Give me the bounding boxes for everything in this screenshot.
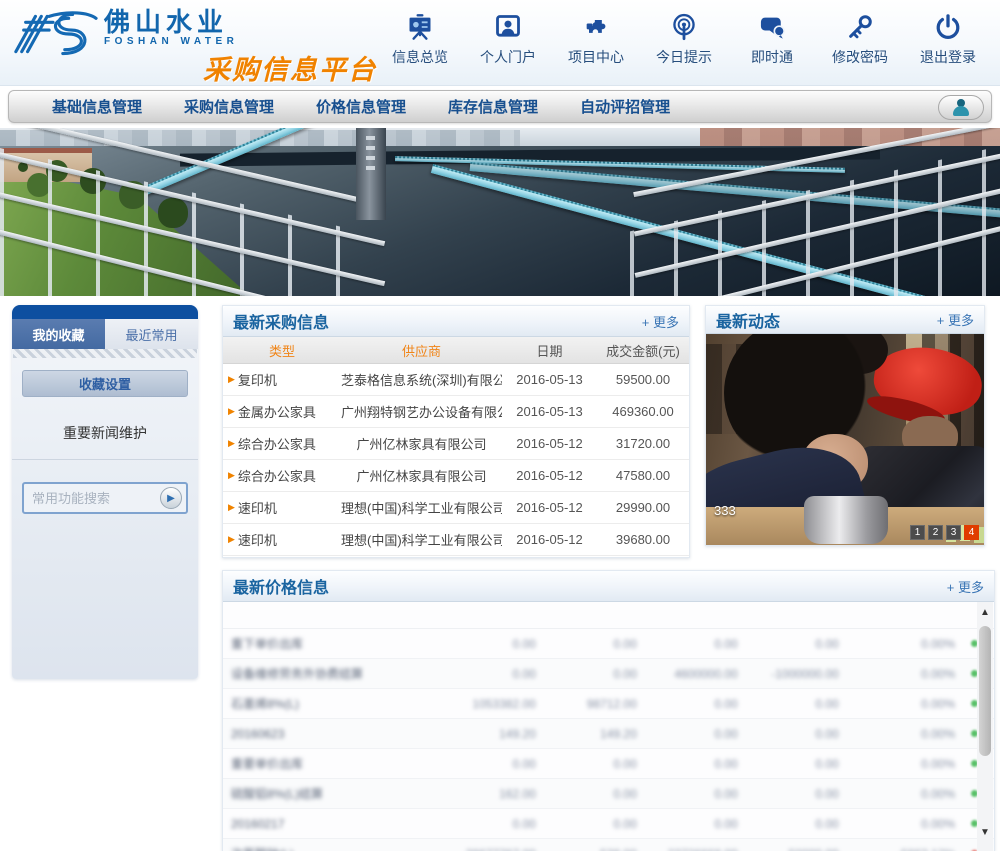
- page-1-button[interactable]: 1: [910, 525, 925, 540]
- triangle-bullet-icon: ▶: [228, 502, 235, 513]
- nav-item-stock-info[interactable]: 库存信息管理: [427, 96, 559, 117]
- company-name-en: FOSHAN WATER: [104, 36, 238, 47]
- quick-link-today-tips[interactable]: 今日提示: [640, 8, 728, 67]
- scroll-down-icon[interactable]: ▼: [977, 824, 993, 840]
- search-input[interactable]: [32, 491, 160, 506]
- tab-recently-used[interactable]: 最近常用: [105, 319, 198, 349]
- price-scrollbar[interactable]: ▲ ▼: [977, 602, 993, 851]
- price-row[interactable]: 硫酸铝8%(L)结算 162.00 0.00 0.00 0.00 0.00%: [223, 779, 994, 809]
- quick-links: 信息总览 个人门户 项目中心: [376, 8, 992, 67]
- photo-caption: 333: [714, 503, 736, 518]
- company-name-cn: 佛山水业: [104, 8, 238, 36]
- price-row[interactable]: 次氯酸钠(L) 38677767.00 538.00 23726668.00 5…: [223, 839, 994, 851]
- price-row[interactable]: 重下单价出库 0.00 0.00 0.00 0.00 0.00%: [223, 629, 994, 659]
- latest-news-panel: 最新动态 + 更多 333 1 2 3 4: [705, 305, 985, 546]
- page-2-button[interactable]: 2: [928, 525, 943, 540]
- triangle-bullet-icon: ▶: [228, 406, 235, 417]
- page-3-button[interactable]: 3: [946, 525, 961, 540]
- price-row[interactable]: 20160217 0.00 0.00 0.00 0.00 0.00%: [223, 809, 994, 839]
- puzzle-icon: [552, 10, 640, 44]
- quick-link-logout[interactable]: 退出登录: [904, 8, 992, 67]
- nav-item-price-info[interactable]: 价格信息管理: [295, 96, 427, 117]
- broadcast-icon: [640, 10, 728, 44]
- price-more-link[interactable]: + 更多: [947, 577, 984, 596]
- banner-photo: [0, 128, 1000, 296]
- purchase-row[interactable]: ▶综合办公家具 广州亿林家具有限公司 2016-05-12 47580.00: [223, 460, 689, 492]
- scroll-up-icon[interactable]: ▲: [977, 604, 993, 620]
- nav-item-basic-info[interactable]: 基础信息管理: [31, 96, 163, 117]
- power-icon: [904, 10, 992, 44]
- person-monitor-icon: [464, 10, 552, 44]
- price-row[interactable]: 重要单价出库 0.00 0.00 0.00 0.00 0.00%: [223, 749, 994, 779]
- foshan-water-logo-icon: [10, 8, 98, 60]
- quick-link-info-overview[interactable]: 信息总览: [376, 8, 464, 67]
- presentation-board-icon: [376, 10, 464, 44]
- sidebar-top-bar: [12, 305, 198, 319]
- quick-link-project-center[interactable]: 项目中心: [552, 8, 640, 67]
- quick-link-instant-message[interactable]: 即时通: [728, 8, 816, 67]
- price-panel-title: 最新价格信息: [233, 574, 329, 598]
- top-header: 佛山水业 FOSHAN WATER 采购信息平台 信息总览: [0, 0, 1000, 86]
- latest-purchase-panel: 最新采购信息 + 更多 类型 供应商 日期 成交金额(元) ▶复印机 芝泰格信息…: [222, 305, 690, 558]
- function-search-box: ▶: [22, 482, 188, 514]
- purchase-row[interactable]: ▶速印机 理想(中国)科学工业有限公司广州分公司 2016-05-12 2999…: [223, 492, 689, 524]
- quick-link-personal-portal[interactable]: 个人门户: [464, 8, 552, 67]
- page-4-button[interactable]: 4: [964, 525, 979, 540]
- tab-my-favorites[interactable]: 我的收藏: [12, 319, 105, 349]
- platform-title: 采购信息平台: [203, 48, 377, 87]
- purchase-row[interactable]: ▶复印机 芝泰格信息系统(深圳)有限公司广州分公司 2016-05-13 595…: [223, 364, 689, 396]
- key-icon: [816, 10, 904, 44]
- news-photo-slide[interactable]: 333 1 2 3 4: [706, 334, 984, 545]
- price-table: 重下单价出库 0.00 0.00 0.00 0.00 0.00% 设备维修劳务外…: [223, 602, 994, 851]
- price-row[interactable]: 20160623 149.20 149.20 0.00 0.00 0.00%: [223, 719, 994, 749]
- nav-item-auto-bid[interactable]: 自动评招管理: [559, 96, 691, 117]
- news-more-link[interactable]: + 更多: [937, 310, 974, 329]
- sidebar: 我的收藏 最近常用 收藏设置 重要新闻维护 ▶: [12, 305, 198, 679]
- price-row[interactable]: 设备维修劳务外协费结算 0.00 0.00 4600000.00 -100000…: [223, 659, 994, 689]
- chat-bubbles-icon: [728, 10, 816, 44]
- purchase-more-link[interactable]: + 更多: [642, 312, 679, 331]
- purchase-row[interactable]: ▶金属办公家具 广州翔特钢艺办公设备有限公司 2016-05-13 469360…: [223, 396, 689, 428]
- favorite-settings-button[interactable]: 收藏设置: [22, 370, 188, 397]
- triangle-bullet-icon: ▶: [228, 438, 235, 449]
- hatch-divider: [13, 349, 197, 358]
- main-nav-bar: 基础信息管理 采购信息管理 价格信息管理 库存信息管理 自动评招管理: [8, 90, 992, 123]
- purchase-panel-title: 最新采购信息: [233, 309, 329, 333]
- important-news-link[interactable]: 重要新闻维护: [12, 423, 198, 460]
- purchase-table-header: 类型 供应商 日期 成交金额(元): [223, 337, 689, 364]
- price-row[interactable]: 石墨烯8%(L) 1053382.00 98712.00 0.00 0.00 0…: [223, 689, 994, 719]
- scrollbar-thumb[interactable]: [979, 626, 991, 756]
- news-panel-title: 最新动态: [716, 308, 780, 332]
- nav-item-purchase-info[interactable]: 采购信息管理: [163, 96, 295, 117]
- purchase-row[interactable]: ▶综合办公家具 广州亿林家具有限公司 2016-05-12 31720.00: [223, 428, 689, 460]
- search-go-button[interactable]: ▶: [160, 487, 182, 509]
- quick-link-change-password[interactable]: 修改密码: [816, 8, 904, 67]
- user-profile-button[interactable]: [938, 95, 984, 120]
- purchase-row[interactable]: ▶速印机 理想(中国)科学工业有限公司广州分公司 2016-05-12 3968…: [223, 524, 689, 556]
- latest-price-panel: 最新价格信息 + 更多 重下单价出库 0.00 0.00 0.00 0.00 0…: [222, 570, 995, 851]
- triangle-bullet-icon: ▶: [228, 374, 235, 385]
- triangle-bullet-icon: ▶: [228, 534, 235, 545]
- photo-pagination: 1 2 3 4: [910, 525, 979, 540]
- triangle-bullet-icon: ▶: [228, 470, 235, 481]
- person-icon: [951, 99, 971, 117]
